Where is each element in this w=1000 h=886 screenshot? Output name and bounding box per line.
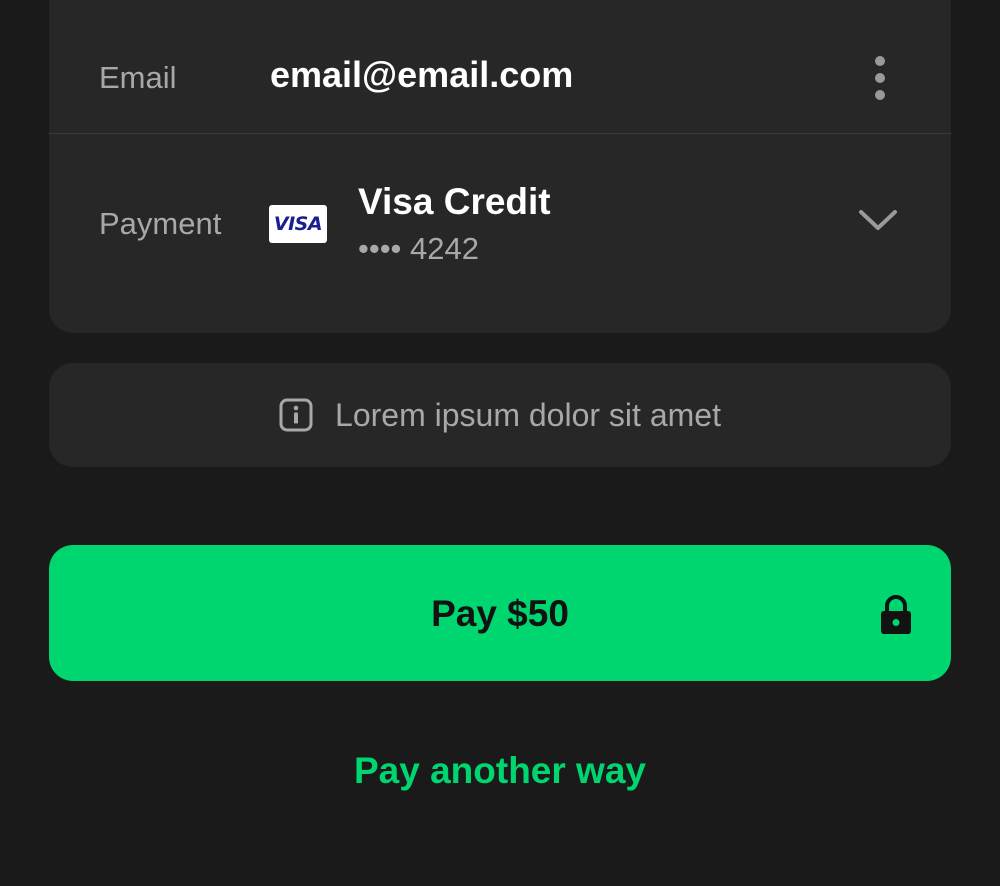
pay-button[interactable]: Pay $50: [49, 545, 951, 681]
email-label: Email: [99, 60, 177, 95]
payment-label: Payment: [99, 206, 222, 241]
info-notice-content: Lorem ipsum dolor sit amet: [279, 398, 721, 432]
chevron-down-icon[interactable]: [857, 206, 899, 234]
more-vertical-icon-dot: [875, 73, 885, 83]
card-number: •••• 4242: [358, 231, 479, 266]
payment-method-row[interactable]: Payment VISA Visa Credit •••• 4242: [49, 134, 951, 309]
info-icon: [279, 398, 313, 432]
pay-another-way-link[interactable]: Pay another way: [0, 752, 1000, 789]
card-name: Visa Credit: [358, 181, 551, 222]
lock-icon: [881, 595, 911, 634]
visa-card-icon: VISA: [269, 205, 327, 243]
visa-brand-text: VISA: [273, 213, 323, 235]
checkout-details-card: Email email@email.com Payment VISA Visa …: [49, 0, 951, 333]
more-vertical-icon-dot: [875, 90, 885, 100]
more-vertical-icon: [875, 56, 885, 66]
more-options-button[interactable]: [862, 56, 898, 100]
info-notice: Lorem ipsum dolor sit amet: [49, 363, 951, 467]
email-value: email@email.com: [270, 54, 574, 95]
email-row: Email email@email.com: [49, 0, 951, 133]
info-text: Lorem ipsum dolor sit amet: [335, 397, 721, 433]
pay-button-label: Pay $50: [431, 592, 569, 634]
